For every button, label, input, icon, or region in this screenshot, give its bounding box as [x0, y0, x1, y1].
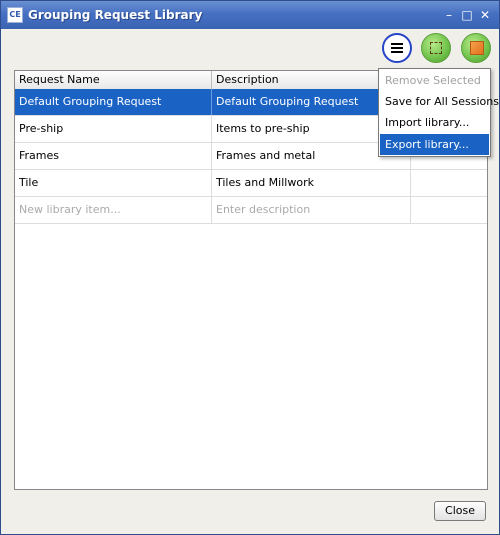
close-icon[interactable]: ✕: [477, 7, 493, 23]
request-name-cell[interactable]: Pre-ship: [15, 116, 212, 142]
maximize-icon[interactable]: □: [459, 7, 475, 23]
menu-item-export-library[interactable]: Export library...: [380, 134, 489, 155]
close-button[interactable]: Close: [434, 501, 486, 521]
title-bar[interactable]: CE Grouping Request Library – □ ✕: [1, 1, 499, 29]
box-icon: [470, 41, 484, 55]
app-icon: CE: [7, 7, 23, 23]
menu-button[interactable]: [382, 33, 412, 63]
new-item-row[interactable]: New library item... Enter description: [15, 197, 487, 224]
request-name-cell[interactable]: Default Grouping Request: [15, 89, 212, 115]
minimize-icon[interactable]: –: [441, 7, 457, 23]
select-region-icon: [430, 42, 442, 54]
menu-item-save-for-all-sessions[interactable]: Save for All Sessions: [380, 91, 499, 112]
new-item-name-input[interactable]: New library item...: [15, 197, 212, 223]
description-cell[interactable]: Tiles and Millwork: [212, 170, 411, 196]
box-button[interactable]: [461, 33, 491, 63]
library-options-menu: Remove Selected Save for All Sessions Im…: [378, 68, 499, 157]
menu-icon: [391, 43, 403, 53]
select-region-button[interactable]: [421, 33, 451, 63]
column-header-request-name[interactable]: Request Name: [15, 71, 212, 89]
window-title: Grouping Request Library: [28, 8, 203, 22]
new-item-description-input[interactable]: Enter description: [212, 197, 411, 223]
menu-item-import-library[interactable]: Import library...: [380, 112, 489, 133]
menu-item-remove-selected[interactable]: Remove Selected: [380, 70, 489, 91]
request-name-cell[interactable]: Tile: [15, 170, 212, 196]
table-row[interactable]: Tile Tiles and Millwork: [15, 170, 487, 197]
request-name-cell[interactable]: Frames: [15, 143, 212, 169]
dialog-window: CE Grouping Request Library – □ ✕ Reques…: [0, 0, 500, 535]
